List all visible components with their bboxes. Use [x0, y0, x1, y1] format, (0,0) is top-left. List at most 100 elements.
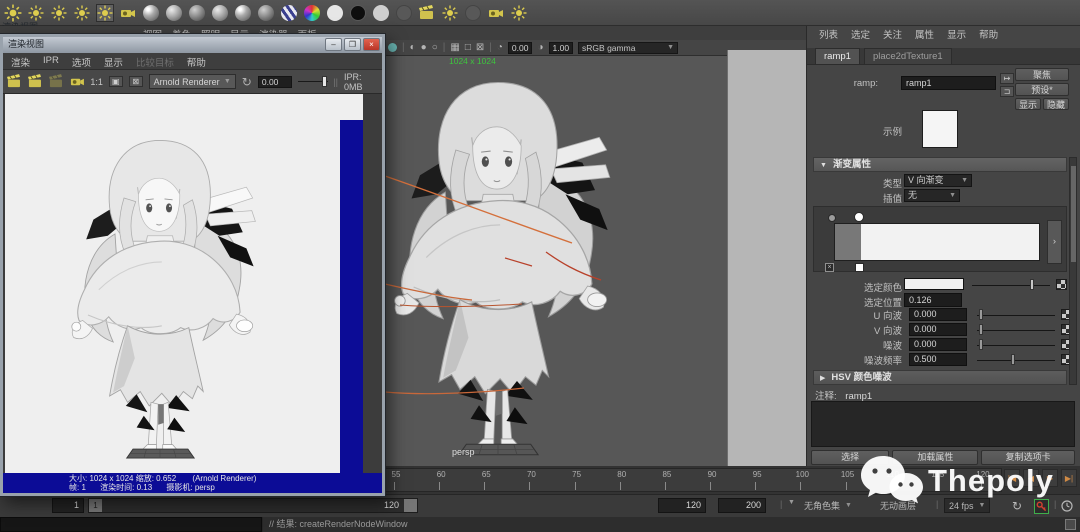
- focus-arrow-icon[interactable]: ↦: [1000, 73, 1014, 84]
- ramp-node-name-field[interactable]: ramp1: [901, 76, 996, 90]
- ramp-handle-square[interactable]: [855, 263, 864, 272]
- playback-button[interactable]: ▶: [1042, 469, 1058, 487]
- refresh-icon[interactable]: ↻: [242, 75, 252, 89]
- render-view-menu-IPR[interactable]: IPR: [43, 55, 59, 69]
- attribute-value-field[interactable]: 0.500: [909, 353, 967, 366]
- range-end-handle[interactable]: [404, 499, 417, 512]
- plug-node-icon[interactable]: [487, 4, 505, 22]
- copy-tab-icon[interactable]: ⊐: [1000, 86, 1014, 97]
- pause-ipr-icon[interactable]: [49, 74, 64, 89]
- render-target-icon[interactable]: [510, 4, 528, 22]
- zoom-ratio-label[interactable]: 1:1: [90, 77, 103, 87]
- slider-handle[interactable]: [1011, 354, 1015, 365]
- render-view-menu-帮助[interactable]: 帮助: [187, 55, 206, 69]
- slider-handle[interactable]: [979, 324, 983, 335]
- auto-keyframe-toggle[interactable]: [1034, 499, 1049, 514]
- directional-light-icon[interactable]: [4, 4, 22, 22]
- fps-dropdown[interactable]: 24 fps▼: [944, 498, 990, 513]
- render-clapper-icon[interactable]: [418, 4, 436, 22]
- remove-image-icon[interactable]: ⊠: [129, 76, 143, 87]
- attribute-value-field[interactable]: 0.000: [909, 323, 967, 336]
- selected-color-swatch[interactable]: [904, 278, 964, 290]
- spot-light-icon[interactable]: [50, 4, 68, 22]
- exposure-slider[interactable]: [298, 75, 328, 88]
- ramp-shader-icon[interactable]: [303, 4, 321, 22]
- attribute-scrollbar[interactable]: [1069, 157, 1077, 385]
- texture-placeholder-icon[interactable]: [395, 4, 413, 22]
- playback-button[interactable]: ◀: [1023, 469, 1039, 487]
- ae-menu-帮助[interactable]: 帮助: [979, 27, 998, 41]
- tab-ramp1[interactable]: ramp1: [815, 48, 860, 64]
- playback-button[interactable]: |◀: [1004, 469, 1020, 487]
- focus-button[interactable]: 聚焦: [1015, 68, 1069, 81]
- ramp-handle-circle-gray[interactable]: [828, 214, 836, 222]
- selected-color-slider[interactable]: [972, 278, 1050, 291]
- copy-tab-button[interactable]: 复制选项卡: [981, 450, 1075, 465]
- field-chart-icon[interactable]: □: [465, 42, 471, 53]
- volume-light-icon[interactable]: [96, 4, 114, 22]
- render-current-frame-icon[interactable]: [7, 74, 22, 89]
- shaded-icon[interactable]: ●: [421, 42, 427, 53]
- renderer-dropdown[interactable]: Arnold Renderer▼: [149, 74, 236, 89]
- light-link-icon[interactable]: [441, 4, 459, 22]
- command-result[interactable]: // 结果: createRenderNodeWindow: [263, 517, 1080, 532]
- maximize-button[interactable]: ❐: [344, 38, 361, 51]
- anim-end-field[interactable]: 200: [718, 498, 766, 513]
- map-button-icon[interactable]: [1056, 279, 1067, 290]
- range-start-handle[interactable]: 1: [89, 499, 102, 512]
- ae-menu-关注[interactable]: 关注: [883, 27, 902, 41]
- ae-menu-列表[interactable]: 列表: [819, 27, 838, 41]
- script-editor-icon[interactable]: [1065, 519, 1076, 530]
- exposure-field[interactable]: 0.00: [508, 42, 533, 54]
- animation-preferences-icon[interactable]: [1061, 500, 1073, 514]
- wireframe-icon[interactable]: ◐: [410, 42, 416, 53]
- point-light-icon[interactable]: [27, 4, 45, 22]
- material-sphere-4-icon[interactable]: [234, 4, 252, 22]
- range-slider-bar[interactable]: 1 120: [88, 498, 418, 513]
- attribute-value-field[interactable]: 0.000: [909, 338, 967, 351]
- attribute-slider[interactable]: [977, 353, 1055, 366]
- character-model[interactable]: [382, 70, 614, 462]
- scrollbar-thumb[interactable]: [1071, 166, 1076, 262]
- presets-button[interactable]: 预设*: [1015, 83, 1069, 96]
- command-input[interactable]: [0, 517, 262, 532]
- slider-handle[interactable]: [979, 309, 983, 320]
- ramp-handle-circle-selected[interactable]: [854, 212, 864, 222]
- chevron-down-icon[interactable]: ▼: [788, 499, 795, 506]
- colorspace-dropdown[interactable]: sRGB gamma▼: [578, 42, 678, 54]
- timeline-ruler[interactable]: 556065707580859095100105110115120: [385, 468, 1002, 492]
- keep-image-icon[interactable]: ▣: [109, 76, 123, 87]
- attribute-slider[interactable]: [977, 308, 1055, 321]
- ae-menu-属性[interactable]: 属性: [915, 27, 934, 41]
- anim-start-field[interactable]: 1: [52, 498, 84, 513]
- interp-dropdown[interactable]: 无▼: [904, 189, 960, 202]
- exposure-field[interactable]: 0.00: [258, 76, 292, 88]
- ramp-expand-button[interactable]: ›: [1047, 220, 1062, 264]
- playback-loop-icon[interactable]: ↻: [1012, 499, 1022, 513]
- show-button[interactable]: 显示: [1015, 98, 1041, 110]
- ramp-entry-gray[interactable]: [835, 224, 861, 260]
- ae-menu-显示[interactable]: 显示: [947, 27, 966, 41]
- slider-handle[interactable]: [979, 339, 983, 350]
- ipr-render-icon[interactable]: [28, 74, 43, 89]
- material-sphere-5-icon[interactable]: [257, 4, 275, 22]
- notes-textarea[interactable]: [811, 401, 1075, 447]
- material-sphere-1-icon[interactable]: [165, 4, 183, 22]
- character-set-dropdown[interactable]: 无角色集▼: [800, 498, 856, 513]
- use-background-icon[interactable]: [372, 4, 390, 22]
- material-sphere-2-icon[interactable]: [188, 4, 206, 22]
- render-view-menu-渲染[interactable]: 渲染: [11, 55, 30, 69]
- exposure-icon[interactable]: ◔: [497, 42, 503, 53]
- textured-icon[interactable]: ○: [432, 42, 438, 53]
- isolate-select-icon[interactable]: ▦: [450, 42, 459, 53]
- attribute-value-field[interactable]: 0.000: [909, 308, 967, 321]
- close-button[interactable]: ×: [363, 38, 380, 51]
- camera-light-icon[interactable]: [119, 4, 137, 22]
- attribute-slider[interactable]: [977, 338, 1055, 351]
- ae-menu-选定[interactable]: 选定: [851, 27, 870, 41]
- gamma-field[interactable]: 1.00: [549, 42, 574, 54]
- camera-select-icon[interactable]: [388, 43, 397, 52]
- resolution-gate-icon[interactable]: ⊠: [476, 42, 484, 53]
- playback-button[interactable]: ▶|: [1061, 469, 1077, 487]
- material-sphere-3-icon[interactable]: [211, 4, 229, 22]
